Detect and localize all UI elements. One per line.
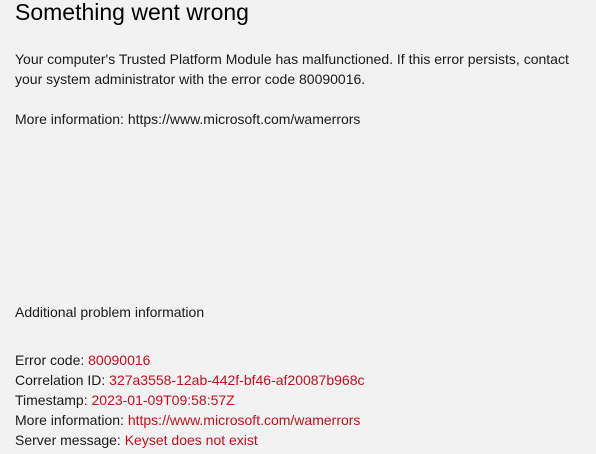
error-code-row: Error code: 80090016 (15, 350, 365, 370)
error-code-label: Error code: (15, 352, 85, 368)
correlation-id-row: Correlation ID: 327a3558-12ab-442f-bf46-… (15, 370, 365, 390)
more-info-label: More information: (15, 111, 124, 127)
more-information-row: More information: https://www.microsoft.… (15, 410, 365, 430)
timestamp-value: 2023-01-09T09:58:57Z (91, 392, 235, 408)
timestamp-label: Timestamp: (15, 392, 88, 408)
more-information-label: More information: (15, 412, 124, 428)
correlation-id-value: 327a3558-12ab-442f-bf46-af20087b968c (109, 372, 365, 388)
correlation-id-label: Correlation ID: (15, 372, 106, 388)
timestamp-row: Timestamp: 2023-01-09T09:58:57Z (15, 390, 365, 410)
server-message-value: Keyset does not exist (124, 432, 258, 448)
more-information-link[interactable]: https://www.microsoft.com/wamerrors (128, 412, 361, 428)
additional-info-list: Error code: 80090016 Correlation ID: 327… (15, 350, 365, 450)
page-title: Something went wrong (15, 0, 249, 25)
error-code-value: 80090016 (88, 352, 151, 368)
additional-info-heading: Additional problem information (15, 304, 205, 320)
server-message-row: Server message: Keyset does not exist (15, 430, 365, 450)
server-message-label: Server message: (15, 432, 121, 448)
error-message: Your computer's Trusted Platform Module … (15, 51, 569, 87)
more-info-link[interactable]: https://www.microsoft.com/wamerrors (128, 111, 361, 127)
more-info-line: More information: https://www.microsoft.… (15, 109, 360, 129)
